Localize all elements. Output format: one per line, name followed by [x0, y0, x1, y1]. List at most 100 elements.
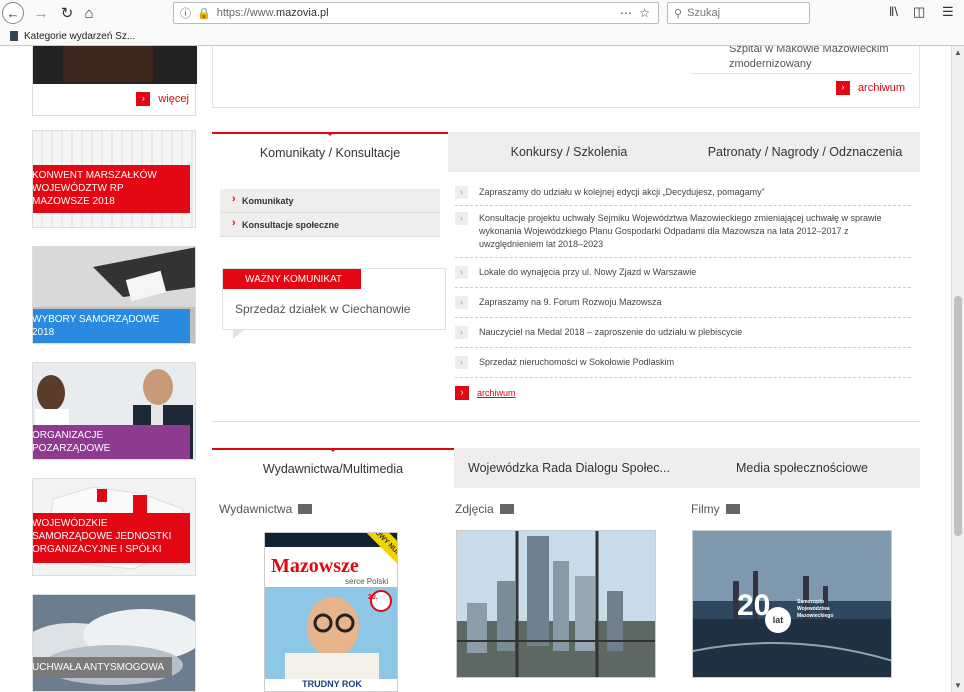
- tab-wydawnictwa[interactable]: Wydawnictwa/Multimedia: [212, 448, 454, 488]
- list-item[interactable]: › Lokale do wynajęcia przy ul. Nowy Zjazd…: [455, 258, 911, 288]
- bookmark-icon: [10, 31, 18, 41]
- tab-rada-dialogu[interactable]: Wojewódzka Rada Dialogu Społec...: [454, 448, 684, 488]
- bookmarks-bar: Kategorie wydarzeń Sz...: [0, 26, 964, 46]
- scroll-up-icon[interactable]: ▲: [954, 48, 962, 57]
- archive-label: archiwum: [857, 82, 905, 94]
- forward-button[interactable]: →: [30, 2, 52, 24]
- info-icon[interactable]: ⓘ: [180, 5, 191, 21]
- komunikaty-tabs: ▤ Komunikaty / Konsultacje Konkursy / Sz…: [212, 132, 920, 172]
- important-badge: WAŻNY KOMUNIKAT: [223, 269, 361, 289]
- reload-icon: ↻: [60, 5, 74, 22]
- tab-media-spolecznosciowe[interactable]: Media społecznościowe: [684, 448, 920, 488]
- list-item[interactable]: › Zapraszamy na 9. Forum Rozwoju Mazowsza: [455, 288, 911, 318]
- url-bar[interactable]: ⓘ 🔒 https://www. mazovia.pl ⋯ ☆: [173, 2, 659, 24]
- col-title: Wydawnictwa: [219, 502, 293, 516]
- reload-button[interactable]: ↻: [56, 2, 78, 24]
- chevron-right-icon: ›: [835, 81, 850, 95]
- speech-tail: [233, 329, 245, 339]
- more-link[interactable]: › więcej: [136, 92, 189, 106]
- sublink-komunikaty[interactable]: Komunikaty: [220, 189, 440, 213]
- back-button[interactable]: ←: [2, 2, 24, 24]
- library-icon[interactable]: ‖\: [889, 4, 898, 19]
- bookmark-item[interactable]: Kategorie wydarzeń Sz...: [24, 31, 135, 42]
- tile-label: WYBORY SAMORZĄDOWE 2018: [33, 309, 190, 343]
- search-icon: ⚲: [674, 7, 683, 20]
- list-item[interactable]: › Sprzedaż nieruchomości w Sokołowie Podl…: [455, 348, 911, 378]
- home-button[interactable]: ⌂: [78, 2, 100, 24]
- tab-label: Wydawnictwa/Multimedia: [262, 462, 404, 476]
- url-host: mazovia.pl: [276, 7, 329, 19]
- komunikaty-archive-link[interactable]: › archiwum: [455, 386, 911, 400]
- komunikaty-section: ▤ Komunikaty / Konsultacje Konkursy / Sz…: [212, 132, 920, 422]
- tile-label: KONWENT MARSZAŁKÓW WOJEWÓDZTW RP MAZOWSZ…: [33, 165, 190, 213]
- photo-thumbnail[interactable]: [456, 530, 656, 678]
- tab-konkursy[interactable]: Konkursy / Szkolenia: [448, 132, 690, 172]
- tab-label: Komunikaty / Konsultacje: [259, 146, 401, 160]
- scrollbar-thumb[interactable]: [954, 296, 962, 536]
- important-box[interactable]: WAŻNY KOMUNIKAT Sprzedaż działek w Ciech…: [222, 268, 446, 339]
- magazine-cover[interactable]: Mazowsze serce Polski NOWY NUMER 20. TRU…: [264, 532, 398, 692]
- tab-patronaty[interactable]: Patronaty / Nagrody / Odznaczenia: [690, 132, 920, 172]
- scroll-down-icon[interactable]: ▼: [954, 681, 962, 690]
- url-protocol: https://www.: [216, 7, 276, 19]
- list-item[interactable]: › Zapraszamy do udziału w kolejnej edycji…: [455, 180, 911, 206]
- top-left-box: › więcej: [32, 46, 197, 116]
- list-item[interactable]: › Konsultacje projektu uchwały Sejmiku Wo…: [455, 206, 911, 258]
- tile-label: WOJEWÓDZKIE SAMORZĄDOWE JEDNOSTKI ORGANI…: [33, 513, 190, 563]
- top-archive-link[interactable]: › archiwum: [835, 81, 905, 95]
- news-title: Lokale do wynajęcia przy ul. Nowy Zjazd …: [479, 267, 697, 277]
- news-tail-item[interactable]: Szpital w Makowie Mazowieckim zmodernizo…: [691, 46, 913, 74]
- col-title-zdjecia: Zdjęcia: [455, 502, 514, 516]
- chevron-right-icon: ›: [455, 266, 468, 279]
- bookmark-star-icon[interactable]: ☆: [639, 6, 652, 20]
- chevron-right-icon: ›: [455, 186, 468, 199]
- list-item[interactable]: › Nauczyciel na Medal 2018 – zaproszenie …: [455, 318, 911, 348]
- tile-label: UCHWAŁA ANTYSMOGOWA: [33, 657, 173, 678]
- arrow-left-icon: ←: [6, 5, 20, 21]
- komunikaty-news-list: › Zapraszamy do udziału w kolejnej edycji…: [455, 180, 911, 400]
- multimedia-section: ▣ Wydawnictwa/Multimedia Wojewódzka Rada…: [212, 448, 920, 692]
- page-content: › więcej KONWENT MARSZAŁKÓW WOJEWÓDZTW R…: [0, 46, 951, 692]
- search-placeholder: Szukaj: [687, 7, 721, 19]
- lock-icon: 🔒: [197, 7, 211, 20]
- col-title: Filmy: [691, 502, 720, 516]
- col-title: Zdjęcia: [455, 502, 494, 516]
- news-title: Zapraszamy na 9. Forum Rozwoju Mazowsza: [479, 297, 662, 307]
- browser-toolbar: ← → ↻ ⌂ ⓘ 🔒 https://www. mazovia.pl ⋯ ☆ ⚲…: [0, 0, 964, 26]
- sidebar-icon[interactable]: ◫: [913, 4, 925, 20]
- tab-label: Patronaty / Nagrody / Odznaczenia: [707, 145, 903, 159]
- film-thumbnail[interactable]: 20. lat Samorządu Województwa Mazowiecki…: [692, 530, 892, 678]
- tile-uchwala[interactable]: UCHWAŁA ANTYSMOGOWA: [32, 594, 196, 692]
- tab-label: Media społecznościowe: [735, 461, 868, 475]
- news-title: Sprzedaż nieruchomości w Sokołowie Podla…: [479, 357, 675, 367]
- warsaw-skyline-photo: [457, 531, 655, 677]
- sublink-konsultacje[interactable]: Konsultacje społeczne: [220, 213, 440, 237]
- magazine-subtitle: serce Polski: [345, 577, 389, 586]
- komunikaty-sublinks: Komunikaty Konsultacje społeczne: [220, 189, 440, 237]
- top-news-section: Szpital w Makowie Mazowieckim zmodernizo…: [212, 46, 920, 108]
- tab-label: Konkursy / Szkolenia: [510, 145, 628, 159]
- tile-organizacje[interactable]: ORGANIZACJE POZARZĄDOWE: [32, 362, 196, 460]
- page-actions[interactable]: ⋯ ☆: [620, 6, 652, 20]
- magazine-photo: [265, 587, 397, 679]
- chevron-right-icon: ›: [455, 212, 468, 225]
- chevron-right-icon: ›: [455, 296, 468, 309]
- search-bar[interactable]: ⚲ Szukaj: [667, 2, 810, 24]
- tab-komunikaty[interactable]: Komunikaty / Konsultacje: [212, 132, 448, 172]
- chevron-right-icon: ›: [455, 386, 469, 400]
- home-icon: ⌂: [84, 4, 94, 22]
- browser-chrome: ← → ↻ ⌂ ⓘ 🔒 https://www. mazovia.pl ⋯ ☆ ⚲…: [0, 0, 964, 46]
- tile-wybory[interactable]: WYBORY SAMORZĄDOWE 2018: [32, 246, 196, 344]
- arrow-right-icon: →: [33, 4, 49, 22]
- tile-jednostki[interactable]: WOJEWÓDZKIE SAMORZĄDOWE JEDNOSTKI ORGANI…: [32, 478, 196, 576]
- news-tail-text: Szpital w Makowie Mazowieckim zmodernizo…: [729, 46, 889, 70]
- more-label: więcej: [158, 93, 189, 105]
- chevron-right-icon: ›: [455, 326, 468, 339]
- news-title: Zapraszamy do udziału w kolejnej edycji …: [479, 187, 765, 197]
- more-icon[interactable]: ⋯: [620, 6, 634, 20]
- menu-icon[interactable]: ☰: [942, 4, 954, 20]
- page-scrollbar[interactable]: ▲ ▼: [951, 46, 964, 692]
- tile-konwent[interactable]: KONWENT MARSZAŁKÓW WOJEWÓDZTW RP MAZOWSZ…: [32, 130, 196, 228]
- news-title: Nauczyciel na Medal 2018 – zaproszenie d…: [479, 327, 743, 337]
- film-logo-lat: lat: [765, 607, 791, 633]
